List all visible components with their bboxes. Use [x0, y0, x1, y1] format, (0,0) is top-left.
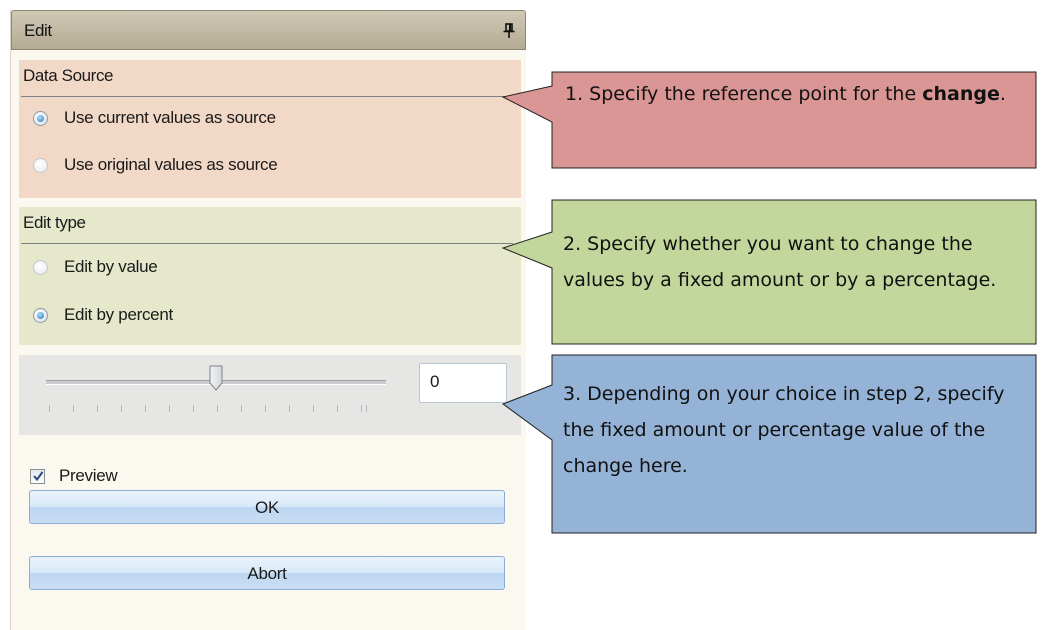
callout-3-text: 3. Depending on your choice in step 2, s… [563, 383, 1005, 477]
callout-1-text: 1. Specify the reference point for the c… [565, 83, 1006, 105]
callout-2-text: 2. Specify whether you want to change th… [563, 233, 997, 291]
